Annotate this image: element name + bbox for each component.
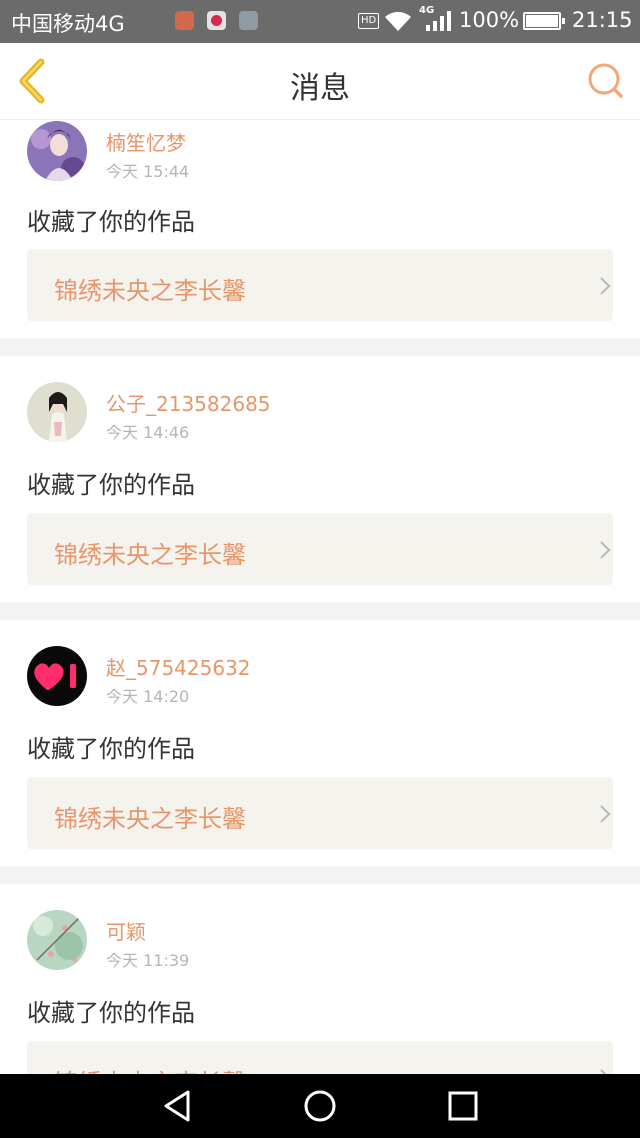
work-link-card[interactable]: 锦绣未央之李长馨 (27, 249, 613, 321)
work-link-card[interactable]: 锦绣未央之李长馨 (27, 513, 613, 585)
avatar[interactable] (27, 121, 87, 181)
chevron-right-icon (600, 277, 611, 295)
battery-icon (523, 12, 565, 30)
page-title: 消息 (290, 71, 350, 106)
work-title: 锦绣未央之李长馨 (54, 277, 246, 305)
system-nav-bar (0, 1074, 640, 1138)
work-link-card[interactable]: 锦绣未央之李长馨 (27, 1041, 613, 1074)
user-name[interactable]: 可颖 (106, 916, 146, 945)
battery-percent: 100% (459, 8, 520, 32)
message-time: 今天 15:44 (106, 162, 190, 181)
search-icon (588, 63, 623, 98)
chevron-right-icon (600, 805, 611, 823)
signal-icon (426, 11, 451, 31)
message-item: 可颖 今天 11:39 收藏了你的作品 锦绣未央之李长馨 (0, 884, 640, 1074)
app-icon-2 (207, 11, 226, 30)
message-item: 赵_575425632 今天 14:20 收藏了你的作品 锦绣未央之李长馨 (0, 620, 640, 866)
message-item: 公子_213582685 今天 14:46 收藏了你的作品 锦绣未央之李长馨 (0, 356, 640, 602)
user-name[interactable]: 赵_575425632 (106, 652, 251, 681)
work-title: 锦绣未央之李长馨 (54, 541, 246, 569)
clock: 21:15 (572, 8, 633, 32)
app-icon-1 (175, 11, 194, 30)
app-header: 消息 (0, 43, 640, 120)
message-time: 今天 14:46 (106, 423, 190, 442)
wifi-icon (385, 11, 411, 31)
nav-recents-button[interactable] (442, 1088, 482, 1124)
nav-home-button[interactable] (300, 1088, 340, 1124)
message-text: 收藏了你的作品 (27, 999, 195, 1027)
work-title: 锦绣未央之李长馨 (54, 805, 246, 833)
gallery-icon (239, 11, 258, 30)
message-time: 今天 11:39 (106, 951, 190, 970)
avatar[interactable] (27, 910, 87, 970)
message-list[interactable]: 楠笙忆梦 今天 15:44 收藏了你的作品 锦绣未央之李长馨 公子_213582… (0, 121, 640, 1074)
recents-square-icon (448, 1091, 478, 1121)
message-time: 今天 14:20 (106, 687, 190, 706)
avatar[interactable] (27, 382, 87, 442)
message-text: 收藏了你的作品 (27, 735, 195, 763)
status-bar: 中国移动4G HD 4G 100% 21:15 (0, 0, 640, 43)
nav-back-button[interactable] (158, 1088, 198, 1124)
work-title: 锦绣未央之李长馨 (54, 1063, 246, 1074)
user-name[interactable]: 楠笙忆梦 (106, 127, 186, 156)
message-item: 楠笙忆梦 今天 15:44 收藏了你的作品 锦绣未央之李长馨 (0, 121, 640, 338)
hd-badge: HD (358, 13, 380, 29)
back-triangle-icon (164, 1090, 190, 1122)
message-text: 收藏了你的作品 (27, 208, 195, 236)
message-text: 收藏了你的作品 (27, 471, 195, 499)
user-name[interactable]: 公子_213582685 (106, 388, 271, 417)
work-link-card[interactable]: 锦绣未央之李长馨 (27, 777, 613, 849)
chevron-right-icon (600, 541, 611, 559)
home-circle-icon (304, 1090, 336, 1122)
avatar[interactable] (27, 646, 87, 706)
carrier-label: 中国移动4G (11, 12, 125, 36)
search-button[interactable] (584, 60, 626, 102)
